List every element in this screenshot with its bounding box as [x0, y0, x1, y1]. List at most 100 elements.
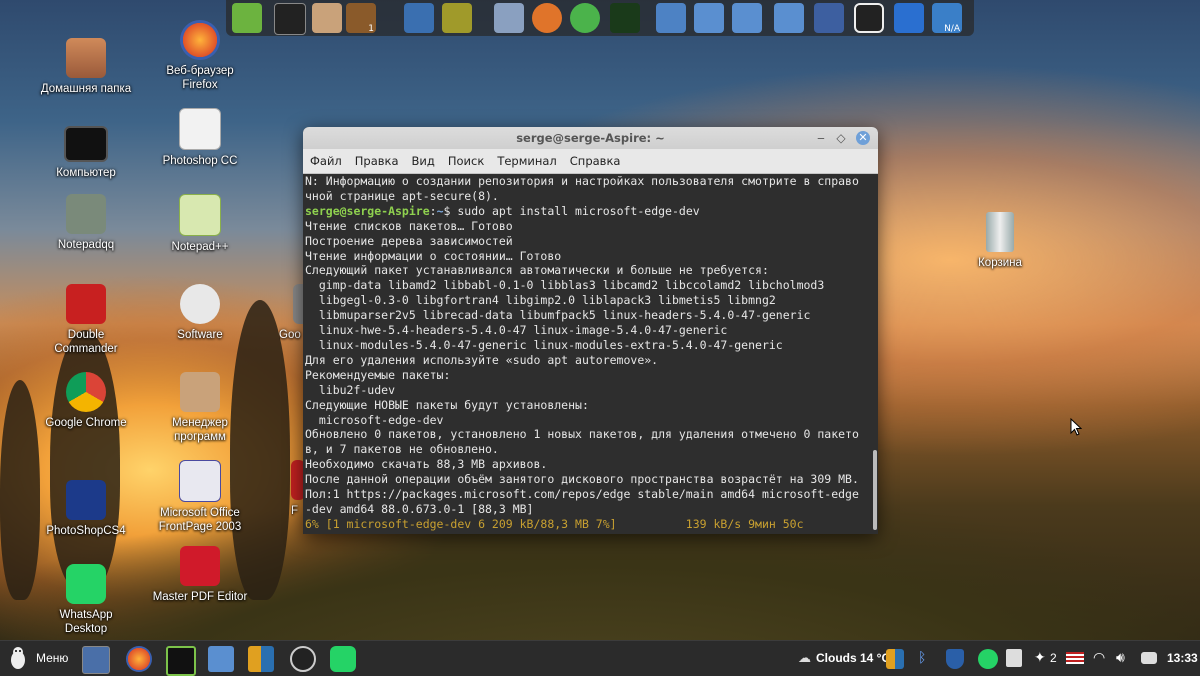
wifi-icon[interactable]: ◠	[1093, 649, 1105, 666]
terminal-prompt-line: serge@serge-Aspire:~$ sudo apt install m…	[303, 204, 871, 219]
home-folder-icon[interactable]	[656, 3, 686, 33]
desktop-icon-software-manager[interactable]: Менеджер программ	[145, 372, 255, 444]
desktop-icon-label: Software	[177, 329, 223, 341]
bluetooth-icon[interactable]: ᛒ	[918, 649, 926, 665]
terminal-line: Пол:1 https://packages.microsoft.com/rep…	[305, 487, 859, 502]
power-icon[interactable]	[854, 3, 884, 33]
frontpage-icon	[179, 460, 221, 502]
prompt-separator: :	[429, 203, 437, 218]
trash-dock-icon[interactable]: N/A	[932, 3, 962, 34]
package-installer-icon[interactable]	[312, 3, 342, 33]
accessibility-icon[interactable]	[894, 3, 924, 33]
terminal-launcher-icon[interactable]	[274, 3, 306, 35]
show-desktop-icon[interactable]	[82, 646, 110, 674]
terminal-taskbar-icon[interactable]	[166, 646, 196, 676]
battery-icon[interactable]	[1141, 652, 1157, 664]
documents-folder-icon[interactable]	[694, 3, 724, 33]
whatsapp-tray-icon[interactable]	[978, 649, 998, 669]
desktop-icon-label: Менеджер программ	[172, 417, 228, 443]
downloads-folder-icon[interactable]	[774, 3, 804, 33]
minimize-button[interactable]: ‒	[813, 130, 829, 146]
desktop-icon-google-chrome[interactable]: Google Chrome	[31, 372, 141, 430]
terminal-output[interactable]: N: Информацию о создании репозитория и н…	[303, 174, 871, 534]
menu-label[interactable]: Меню	[36, 651, 68, 665]
desktop-icon-label: Компьютер	[56, 167, 116, 179]
menu-search[interactable]: Поиск	[441, 149, 490, 168]
menu-help[interactable]: Справка	[563, 149, 627, 168]
monitor-icon	[64, 126, 108, 162]
software-manager-icon	[180, 372, 220, 412]
clock[interactable]: 13:33	[1167, 651, 1198, 665]
firefox-launcher-icon[interactable]	[532, 3, 562, 33]
text-editor-icon[interactable]	[404, 3, 434, 33]
menu-view[interactable]: Вид	[405, 149, 441, 168]
desktop-icon-label: Microsoft Office FrontPage 2003	[158, 507, 242, 533]
bottom-panel: Меню ☁ Clouds 14 °C ᛒ ✦ 2 ◠ 🔊︎ 13:33	[0, 640, 1200, 676]
desktop-icon-master-pdf[interactable]: Master PDF Editor	[145, 546, 255, 604]
prompt-command: $ sudo apt install microsoft-edge-dev	[443, 203, 700, 218]
whatsapp-taskbar-icon[interactable]	[330, 646, 356, 672]
dual-pane-tray-icon[interactable]	[886, 649, 904, 669]
photoshop-icon	[66, 480, 106, 520]
linux-menu-icon[interactable]	[8, 646, 28, 672]
desktop-icon-software[interactable]: Software	[145, 284, 255, 342]
maximize-button[interactable]: ◇	[833, 130, 849, 146]
terminal-output-lines: Чтение списков пакетов… Готово Построение…	[303, 219, 871, 517]
shield-icon[interactable]	[946, 649, 964, 669]
desktop-icon-label: Домашняя папка	[40, 83, 132, 95]
desktop-icon-trash[interactable]: Корзина	[945, 212, 1055, 270]
mail-stamp-icon[interactable]	[494, 3, 524, 33]
files-taskbar-icon[interactable]	[208, 646, 234, 672]
terminal-line: Следующие НОВЫЕ пакеты будут установлены…	[305, 397, 589, 412]
terminal-line: linux-modules-5.4.0-47-generic linux-mod…	[305, 337, 783, 352]
desktop-icon-notepadpp[interactable]: Notepad++	[145, 194, 255, 254]
desktop-icon-notepadqq[interactable]: Notepadqq	[31, 194, 141, 252]
clipboard-icon[interactable]	[1006, 649, 1022, 667]
system-monitor-icon[interactable]	[610, 3, 640, 33]
volume-icon[interactable]: 🔊︎	[1116, 649, 1125, 666]
desktop-icon-firefox[interactable]: Веб-браузер Firefox	[145, 20, 255, 92]
desktop-icon-double-commander[interactable]: Double Commander	[31, 284, 141, 356]
terminal-scrollbar[interactable]	[871, 174, 878, 534]
desktop-icon-label: Корзина	[978, 257, 1022, 269]
desktop-icon-whatsapp[interactable]: WhatsApp Desktop	[31, 564, 141, 636]
notification-icon[interactable]: ✦	[1034, 649, 1046, 666]
image-viewer-icon[interactable]	[442, 3, 472, 33]
terminal-menubar: Файл Правка Вид Поиск Терминал Справка	[303, 149, 878, 174]
desktop-icon-label: Notepadqq	[57, 239, 115, 251]
terminal-line: После данной операции объём занятого дис…	[305, 472, 859, 487]
desktop-icon-computer[interactable]: Компьютер	[31, 126, 141, 180]
trash-icon	[986, 212, 1014, 252]
close-button[interactable]: ✕	[856, 131, 870, 145]
workspace-switcher-icon[interactable]: 1	[346, 3, 376, 34]
menu-terminal[interactable]: Терминал	[490, 149, 562, 168]
us-flag-icon[interactable]	[1066, 652, 1084, 664]
menu-file[interactable]: Файл	[303, 149, 348, 168]
desktop-folder-icon[interactable]	[814, 3, 844, 33]
terminal-line: libgegl-0.3-0 libgfortran4 libgimp2.0 li…	[305, 293, 776, 308]
terminal-line: в, и 7 пакетов не обновлено.	[305, 442, 499, 457]
whatsapp-icon	[66, 564, 106, 604]
terminal-line: Построение дерева зависимостей	[305, 233, 513, 248]
house-icon	[66, 38, 106, 78]
desktop-icon-label: Веб-браузер Firefox	[166, 65, 234, 91]
weather-text[interactable]: Clouds 14 °C	[816, 651, 890, 665]
terminal-line: gimp-data libamd2 libbabl-0.1-0 libblas3…	[305, 278, 825, 293]
chrome-icon	[66, 372, 106, 412]
desktop-icon-frontpage[interactable]: Microsoft Office FrontPage 2003	[145, 460, 255, 534]
webcam-taskbar-icon[interactable]	[290, 646, 316, 672]
terminal-line: microsoft-edge-dev	[305, 412, 444, 427]
firefox-taskbar-icon[interactable]	[126, 646, 152, 672]
menu-edit[interactable]: Правка	[348, 149, 405, 168]
terminal-window: serge@serge-Aspire: ~ ‒ ◇ ✕ Файл Правка Ви…	[303, 127, 878, 534]
scrollbar-thumb[interactable]	[873, 450, 877, 530]
window-titlebar[interactable]: serge@serge-Aspire: ~ ‒ ◇ ✕	[303, 127, 878, 149]
chat-icon[interactable]	[570, 3, 600, 33]
cloud-icon: ☁	[798, 651, 811, 666]
dual-pane-taskbar-icon[interactable]	[248, 646, 274, 672]
desktop-icon-photoshop-cs4[interactable]: PhotoShopCS4	[31, 480, 141, 538]
recent-folder-icon[interactable]	[732, 3, 762, 33]
desktop-icon-home[interactable]: Домашняя папка	[31, 38, 141, 96]
desktop-icon-photoshop-cc[interactable]: Photoshop CC	[145, 108, 255, 168]
top-dock: 1 N/A	[226, 0, 974, 36]
